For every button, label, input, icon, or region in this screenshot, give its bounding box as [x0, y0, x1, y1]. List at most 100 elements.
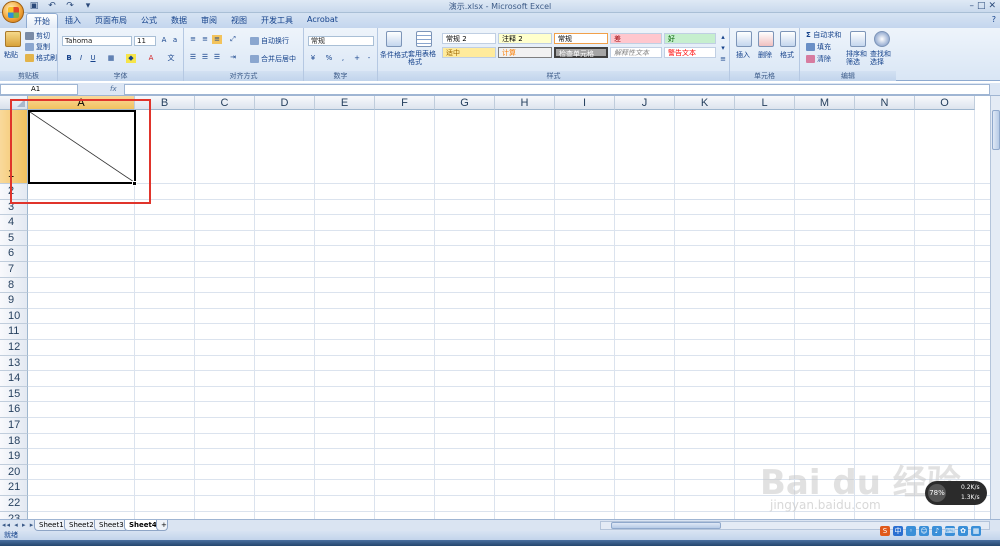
tab-formulas[interactable]: 公式 — [134, 13, 164, 28]
comma-icon[interactable]: , — [338, 54, 348, 63]
format-painter-button[interactable]: 格式刷 — [25, 53, 57, 63]
autosum-button[interactable]: Σ 自动求和 — [806, 30, 841, 40]
style-warning[interactable]: 警告文本 — [664, 47, 716, 58]
emoji-icon[interactable]: ☺ — [919, 526, 929, 536]
align-bottom-icon[interactable]: ≡ — [212, 35, 222, 44]
phonetic-icon[interactable]: 文 — [166, 54, 176, 63]
network-speed-widget[interactable]: 78% 0.2K/s 1.3K/s — [925, 481, 987, 505]
row-header-21[interactable]: 21 — [0, 480, 28, 496]
table-format-icon[interactable] — [416, 31, 432, 47]
conditional-format-icon[interactable] — [386, 31, 402, 47]
column-header-e[interactable]: E — [315, 96, 375, 110]
microphone-icon[interactable]: ♪ — [932, 526, 942, 536]
tab-data[interactable]: 数据 — [164, 13, 194, 28]
style-note-2[interactable]: 注释 2 — [498, 33, 552, 44]
name-box[interactable]: A1 — [0, 84, 78, 95]
row-header-9[interactable]: 9 — [0, 293, 28, 309]
row-header-6[interactable]: 6 — [0, 246, 28, 262]
punctuation-icon[interactable]: ◦ — [906, 526, 916, 536]
find-select-icon[interactable] — [874, 31, 890, 47]
orientation-icon[interactable]: ⤢ — [228, 35, 238, 44]
column-header-h[interactable]: H — [495, 96, 555, 110]
column-header-f[interactable]: F — [375, 96, 435, 110]
tab-review[interactable]: 审阅 — [194, 13, 224, 28]
row-header-13[interactable]: 13 — [0, 355, 28, 372]
conditional-format-button[interactable]: 条件格式 — [380, 50, 408, 60]
fill-button[interactable]: 填充 — [806, 42, 831, 52]
minimize-icon[interactable]: – — [969, 1, 974, 11]
horizontal-scroll-thumb[interactable] — [611, 522, 721, 529]
wrap-text-button[interactable]: 自动换行 — [250, 36, 289, 46]
paste-button[interactable]: 粘贴 — [4, 50, 18, 60]
font-name-select[interactable]: Tahoma — [62, 36, 132, 46]
column-header-k[interactable]: K — [675, 96, 735, 110]
align-middle-icon[interactable]: ≡ — [200, 35, 210, 44]
row-header-7[interactable]: 7 — [0, 262, 28, 278]
style-check-cell[interactable]: 检查单元格 — [554, 47, 608, 58]
column-header-n[interactable]: N — [855, 96, 915, 110]
tab-home[interactable]: 开始 — [26, 13, 58, 28]
styles-scroll-up-icon[interactable]: ▴ — [718, 33, 728, 42]
style-bad[interactable]: 差 — [610, 33, 662, 44]
find-select-button[interactable]: 查找和选择 — [870, 50, 894, 66]
column-header-g[interactable]: G — [435, 96, 495, 110]
column-header-j[interactable]: J — [615, 96, 675, 110]
column-header-d[interactable]: D — [255, 96, 315, 110]
indent-icon[interactable]: ⇥ — [228, 53, 238, 62]
bold-icon[interactable]: B — [64, 54, 74, 63]
row-header-12[interactable]: 12 — [0, 340, 28, 356]
insert-sheet-icon[interactable]: + — [156, 520, 168, 531]
row-header-16[interactable]: 16 — [0, 402, 28, 418]
tab-view[interactable]: 视图 — [224, 13, 254, 28]
currency-icon[interactable]: ¥ — [308, 54, 318, 63]
increase-decimal-icon[interactable]: + — [352, 54, 362, 63]
column-header-l[interactable]: L — [735, 96, 795, 110]
font-color-icon[interactable]: A — [146, 54, 156, 63]
table-format-button[interactable]: 套用表格格式 — [408, 50, 442, 66]
close-icon[interactable]: ✕ — [988, 1, 996, 11]
row-header-8[interactable]: 8 — [0, 277, 28, 294]
cut-button[interactable]: 剪切 — [25, 31, 50, 41]
row-header-18[interactable]: 18 — [0, 433, 28, 450]
row-header-5[interactable]: 5 — [0, 230, 28, 247]
delete-cells-button[interactable]: 删除 — [758, 50, 772, 60]
skin-icon[interactable]: ✿ — [958, 526, 968, 536]
tab-acrobat[interactable]: Acrobat — [300, 13, 345, 28]
row-header-11[interactable]: 11 — [0, 324, 28, 340]
styles-more-icon[interactable]: ≡ — [718, 55, 728, 64]
row-header-10[interactable]: 10 — [0, 308, 28, 325]
copy-button[interactable]: 复制 — [25, 42, 50, 52]
row-header-14[interactable]: 14 — [0, 371, 28, 387]
keyboard-icon[interactable]: ⌨ — [945, 526, 955, 536]
vertical-scrollbar[interactable] — [990, 96, 1000, 523]
styles-scroll-down-icon[interactable]: ▾ — [718, 44, 728, 53]
align-right-icon[interactable]: ☰ — [212, 53, 222, 62]
format-cells-button[interactable]: 格式 — [780, 50, 794, 60]
paste-icon[interactable] — [5, 31, 21, 47]
fx-icon[interactable]: fx — [84, 84, 122, 95]
percent-icon[interactable]: % — [324, 54, 334, 63]
style-normal-2[interactable]: 常规 2 — [442, 33, 496, 44]
fill-color-icon[interactable]: ◆ — [126, 54, 136, 63]
tab-developer[interactable]: 开发工具 — [254, 13, 300, 28]
border-icon[interactable]: ▦ — [106, 54, 116, 63]
tools-icon[interactable]: ▦ — [971, 526, 981, 536]
style-normal[interactable]: 常规 — [554, 33, 608, 44]
insert-cells-button[interactable]: 插入 — [736, 50, 750, 60]
column-header-c[interactable]: C — [195, 96, 255, 110]
sort-filter-icon[interactable] — [850, 31, 866, 47]
number-format-select[interactable]: 常规 — [308, 36, 374, 46]
row-header-22[interactable]: 22 — [0, 496, 28, 512]
delete-cells-icon[interactable] — [758, 31, 774, 47]
row-header-23[interactable]: 23 — [0, 511, 28, 519]
formula-input[interactable] — [124, 84, 990, 95]
row-header-15[interactable]: 15 — [0, 386, 28, 403]
underline-icon[interactable]: U — [88, 54, 98, 63]
grow-font-icon[interactable]: A — [159, 36, 169, 45]
style-explanatory[interactable]: 解释性文本 — [610, 47, 662, 58]
shrink-font-icon[interactable]: a — [170, 36, 180, 45]
tab-page-layout[interactable]: 页面布局 — [88, 13, 134, 28]
row-header-17[interactable]: 17 — [0, 418, 28, 434]
office-button[interactable] — [2, 1, 24, 23]
merge-center-button[interactable]: 合并后居中 — [250, 54, 296, 64]
